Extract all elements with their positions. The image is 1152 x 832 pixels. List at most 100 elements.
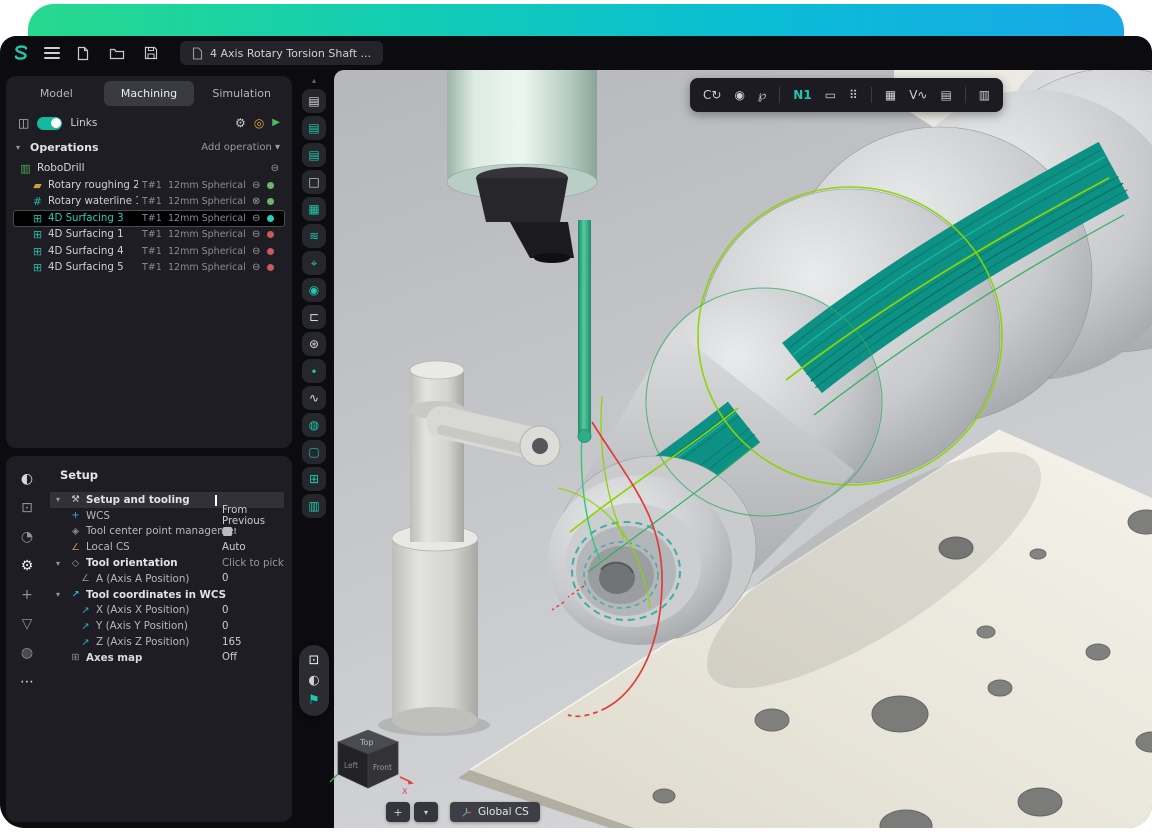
curve-p-icon[interactable]: ℘ [758,89,766,101]
columns-icon[interactable]: ▥ [979,89,990,101]
flag-icon[interactable]: ⚑ [308,694,320,707]
operation-tool-desc: 12mm Spherical [168,196,248,207]
monitor-icon[interactable]: ▭ [825,89,836,101]
machine-row[interactable]: ▥RoboDrill⊖ [13,159,285,177]
open-folder-button[interactable] [106,42,128,64]
analysis-icon[interactable]: V∿ [909,89,927,101]
setup-row-3[interactable]: ∠Local CSAuto [50,539,284,555]
cube-left-label: Left [344,761,358,770]
row-label: WCS [86,510,110,522]
operation-row[interactable]: ⊞4D Surfacing 1T#112mm Spherical⊖ [13,227,285,244]
more-icon[interactable]: ⋯ [20,675,34,689]
caret-icon[interactable]: ▾ [56,590,65,599]
save-button[interactable] [140,42,162,64]
selection-box-icon[interactable]: ⊡ [21,501,33,515]
clamp-icon[interactable]: ⊏ [302,305,326,329]
magnet-icon[interactable]: ◉ [734,89,744,101]
coordinate-system-chip[interactable]: Global CS [450,802,540,822]
operation-row[interactable]: ⊞4D Surfacing 3T#112mm Spherical⊖ [13,210,285,227]
probe-icon[interactable]: ⌖ [302,251,326,275]
coolant-icon[interactable]: ≋ [302,224,326,248]
main-menu-button[interactable] [44,47,60,59]
operation-tool-desc: 12mm Spherical [168,262,248,273]
simulation-target-icon[interactable]: ◎ [254,117,264,129]
fit-view-icon[interactable]: ⊡ [309,654,320,667]
row-checkbox[interactable] [223,527,232,536]
table-icon[interactable]: ▦ [885,89,896,101]
rotary-axis-icon[interactable]: C↻ [703,89,721,101]
setup-icon-rail: ◐ ⊡ ◔ ⚙ + ▽ ◍ ⋯ [6,456,48,822]
printer-3d-icon[interactable]: ▤ [302,89,326,113]
printer-heated-icon[interactable]: ▤ [302,116,326,140]
shaded-view-icon[interactable]: ◔ [21,530,33,544]
view-sphere-icon[interactable]: ◐ [21,472,33,486]
cs-dropdown-button[interactable]: ▾ [414,802,438,822]
grid-dots-icon[interactable]: ⠿ [849,89,858,101]
setup-row-8[interactable]: ↗Y (Axis Y Position)0 [50,618,284,634]
burst-icon[interactable]: ⊛ [302,332,326,356]
row-label: Tool coordinates in WCS [86,589,226,601]
row-value[interactable]: 0 [222,573,228,584]
operation-row[interactable]: ⊞4D Surfacing 5T#112mm Spherical⊖ [13,260,285,277]
material-sphere-icon[interactable]: ◍ [21,646,33,660]
row-value[interactable]: 0 [222,605,228,616]
document-tab[interactable]: 4 Axis Rotary Torsion Shaft ... [180,41,383,65]
tab-simulation[interactable]: Simulation [196,81,287,106]
collapse-icon[interactable]: ⊖ [271,163,279,174]
solid-icon[interactable]: ▢ [302,440,326,464]
view-cube[interactable]: Top Left Front X [322,724,418,806]
row-value[interactable]: Off [222,652,237,663]
operation-suppress-icon[interactable]: ⊖ [252,229,260,240]
tab-model[interactable]: Model [11,81,102,106]
setup-row-2[interactable]: ◈Tool center point managemen [50,524,284,540]
filter-icon[interactable]: ▽ [22,617,33,631]
links-toggle[interactable] [37,117,62,130]
setup-row-6[interactable]: ▾ ↗ Tool coordinates in WCS [50,587,284,603]
row-icon: ↗ [70,589,81,600]
surface-icon[interactable]: ◍ [302,413,326,437]
caret-icon[interactable]: ▾ [56,559,65,568]
machine-icon[interactable]: ▤ [940,89,951,101]
target-icon[interactable]: ◉ [302,278,326,302]
setup-row-1[interactable]: +WCSFrom Previous [50,508,284,524]
operations-collapse-icon[interactable]: ▾ [16,143,25,152]
operation-suppress-icon[interactable]: ⊖ [252,180,260,191]
add-cs-button[interactable]: + [386,802,410,822]
add-operation-button[interactable]: Add operation ▾ [201,142,280,153]
setup-row-5[interactable]: ∠A (Axis A Position)0 [50,571,284,587]
setup-row-9[interactable]: ↗Z (Axis Z Position)165 [50,634,284,650]
tab-machining[interactable]: Machining [104,81,195,106]
operation-suppress-icon[interactable]: ⊖ [252,213,260,224]
printer-active-icon[interactable]: ▤ [302,143,326,167]
stock-box-icon[interactable]: □ [302,170,326,194]
operation-row[interactable]: ▰Rotary roughing 2T#112mm Spherical⊖ [13,177,285,194]
setup-row-7[interactable]: ↗X (Axis X Position)0 [50,603,284,619]
setup-row-10[interactable]: ⊞Axes mapOff [50,650,284,666]
mesh-icon[interactable]: ⊞ [302,467,326,491]
run-operations-icon[interactable]: ▶ [272,118,280,128]
viewport-3d[interactable] [334,70,1152,828]
settings-gear-icon[interactable]: ⚙ [21,559,34,573]
operation-suppress-icon[interactable]: ⊖ [252,246,260,257]
row-label: Z (Axis Z Position) [96,636,189,648]
operation-row[interactable]: ⊞4D Surfacing 4T#112mm Spherical⊖ [13,243,285,260]
operations-settings-icon[interactable]: ⚙ [235,117,246,129]
row-value[interactable]: 0 [222,621,228,632]
orbit-sphere-icon[interactable]: ◐ [308,674,319,687]
operation-suppress-icon[interactable]: ⊗ [252,196,260,207]
curve-icon[interactable]: ∿ [302,386,326,410]
row-value[interactable]: 165 [222,637,241,648]
sheet-icon[interactable]: ▥ [302,494,326,518]
caret-icon[interactable]: ▾ [56,495,65,504]
row-value[interactable]: Auto [222,542,246,553]
transform-icon[interactable]: + [21,588,33,602]
machine-sim-icon[interactable]: ▦ [302,197,326,221]
row-value[interactable]: Click to pick [222,558,284,569]
new-file-button[interactable] [72,42,94,64]
point-icon[interactable]: ∙ [302,359,326,383]
nc-block-label[interactable]: N1 [793,89,811,101]
setup-row-4[interactable]: ▾◇Tool orientationClick to pick [50,555,284,571]
strip-scroll-up-icon[interactable]: ▴ [312,76,316,86]
operation-suppress-icon[interactable]: ⊖ [252,262,260,273]
operation-row[interactable]: #Rotary waterline 1T#112mm Spherical⊗ [13,194,285,211]
